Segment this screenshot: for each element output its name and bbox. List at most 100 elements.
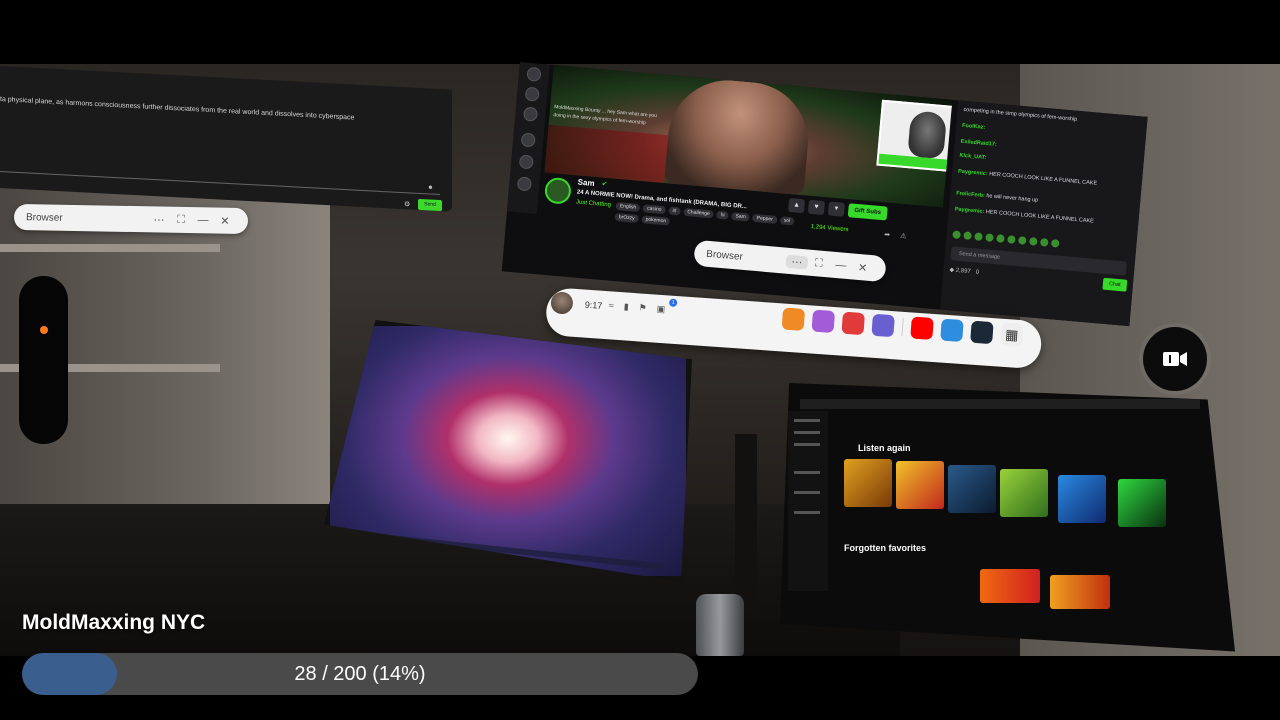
panel-text: ta physical plane, as harmons consciousn…: [0, 96, 355, 122]
album-cover[interactable]: [844, 459, 892, 507]
emote-icon[interactable]: [963, 231, 972, 241]
listen-again-heading: Listen again: [858, 443, 911, 453]
user-avatar[interactable]: [550, 291, 574, 315]
send-button[interactable]: Send: [418, 198, 442, 212]
video-background-light: [544, 124, 669, 184]
cast-icon[interactable]: ▣: [656, 304, 665, 316]
resize-icon[interactable]: ⛶: [807, 256, 830, 271]
notification-badge: 1: [668, 298, 678, 308]
chevron-down-icon[interactable]: ▾: [827, 201, 845, 217]
facecam-banner: [878, 153, 953, 172]
water-bottle: [696, 594, 744, 656]
album-cover[interactable]: [1000, 469, 1048, 517]
camera-app-icon[interactable]: [841, 311, 865, 336]
stream-tag[interactable]: pokemon: [641, 215, 671, 226]
emote-icon[interactable]: [1039, 238, 1049, 247]
channel-avatar[interactable]: [518, 154, 534, 170]
emote-icon[interactable]: [996, 234, 1005, 243]
side-control-pill[interactable]: [19, 276, 68, 444]
steam-app-icon[interactable]: [970, 320, 994, 345]
settings-icon[interactable]: ⚙: [404, 200, 410, 208]
clock: 9:17: [584, 299, 603, 311]
video-camera-button[interactable]: [1143, 327, 1207, 391]
resize-icon[interactable]: ⛶: [170, 213, 192, 226]
stream-tag[interactable]: sol: [779, 216, 795, 226]
wifi-icon[interactable]: ≈: [608, 300, 615, 311]
album-cover[interactable]: [1050, 575, 1110, 609]
store-app-icon[interactable]: [781, 307, 806, 331]
points-icon[interactable]: ◆: [949, 267, 954, 273]
album-cover[interactable]: [980, 569, 1040, 603]
lock-icon: ●: [428, 182, 433, 192]
minimize-icon[interactable]: —: [192, 214, 214, 226]
app-library-icon[interactable]: ▦: [1000, 322, 1024, 347]
emote-icon[interactable]: [974, 232, 983, 241]
sidebar-item: [794, 491, 820, 494]
progress-label: 28 / 200 (14%): [294, 663, 426, 685]
emote-icon[interactable]: [1050, 239, 1060, 248]
channel-avatar[interactable]: [526, 66, 542, 82]
channel-avatar[interactable]: [524, 86, 540, 102]
stream-tag[interactable]: Sam: [731, 212, 751, 222]
more-icon[interactable]: ⋯: [148, 213, 170, 226]
minimize-icon[interactable]: —: [829, 259, 852, 273]
panel-input-field[interactable]: [0, 154, 440, 196]
browser-toolbar: [800, 399, 1200, 409]
notification-bell-icon[interactable]: ▲: [787, 197, 806, 214]
channel-avatar[interactable]: [522, 106, 539, 122]
album-cover[interactable]: [1058, 475, 1106, 523]
recording-indicator-dot: [40, 326, 48, 334]
emote-icon[interactable]: [985, 233, 994, 242]
system-status: ≈ ▮ ⚑ ▣: [608, 300, 666, 316]
viewer-count: 1,294 Viewers: [810, 223, 849, 234]
follow-heart-icon[interactable]: ♥: [807, 199, 826, 216]
desktop-app-icon[interactable]: [940, 318, 964, 343]
gift-subs-button[interactable]: Gift Subs: [847, 203, 888, 221]
youtube-app-icon[interactable]: [910, 316, 934, 340]
streamer-avatar[interactable]: [543, 176, 573, 205]
channel-avatar[interactable]: [516, 176, 532, 192]
virtual-browser-panel[interactable]: ta physical plane, as harmons consciousn…: [0, 66, 452, 212]
progress-bar: 28 / 200 (14%): [22, 653, 698, 695]
notifications-icon[interactable]: ⚑: [638, 302, 647, 314]
stream-tag[interactable]: hi: [716, 210, 729, 220]
sidebar-item: [794, 419, 820, 422]
browser-app-icon[interactable]: [871, 313, 895, 338]
stream-tag[interactable]: Pepper: [752, 213, 778, 224]
stream-tag[interactable]: brOzzy: [614, 212, 639, 223]
stream-tag[interactable]: Challenge: [682, 207, 715, 219]
social-app-icon[interactable]: [811, 309, 836, 334]
emote-icon[interactable]: [1028, 237, 1038, 246]
video-overlay-text: MoldMaxxing Bounty ... hey Sam what are …: [553, 104, 658, 127]
battery-icon[interactable]: ▮: [623, 301, 629, 312]
share-icon[interactable]: ➦: [884, 230, 891, 238]
emote-icon[interactable]: [1007, 235, 1016, 244]
stream-tag[interactable]: casino: [642, 204, 666, 215]
close-icon[interactable]: ✕: [851, 260, 874, 275]
shelf-board: [0, 244, 220, 252]
monitor-stand: [735, 434, 757, 614]
emote-icon[interactable]: [1018, 236, 1027, 245]
letterbox-top: [0, 0, 1280, 64]
stream-tag[interactable]: irl: [668, 206, 681, 216]
warning-icon[interactable]: ⚠: [900, 232, 907, 241]
forgotten-favorites-heading: Forgotten favorites: [844, 543, 927, 553]
emote-icon[interactable]: [952, 230, 961, 240]
channel-avatar[interactable]: [520, 132, 536, 148]
stream-category[interactable]: Just Chatting: [576, 199, 611, 208]
stream-tag[interactable]: English: [615, 201, 641, 213]
chat-send-button[interactable]: Chat: [1102, 277, 1128, 292]
album-cover[interactable]: [948, 465, 996, 513]
sidebar-item: [794, 511, 820, 514]
close-icon[interactable]: ✕: [214, 214, 236, 227]
streamer-name[interactable]: Sam: [577, 178, 595, 188]
album-cover[interactable]: [896, 461, 944, 509]
sidebar-item: [794, 471, 820, 474]
chat-count: 2,897: [955, 267, 971, 276]
music-sidebar: [788, 411, 828, 591]
more-icon[interactable]: ⋯: [785, 254, 809, 270]
browser-window-bar[interactable]: Browser ⋯ ⛶ — ✕: [13, 203, 249, 235]
album-cover[interactable]: [1118, 479, 1166, 527]
stream-actions: ▲ ♥ ▾ Gift Subs: [787, 197, 888, 221]
video-streamer: [664, 75, 813, 196]
